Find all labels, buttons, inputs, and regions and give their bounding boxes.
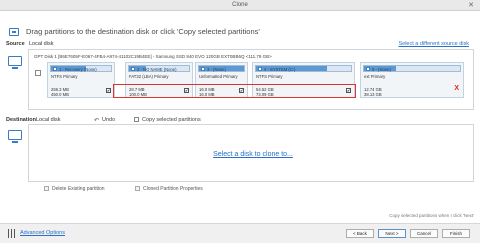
partition-5-label: 5 - (None) [372, 67, 391, 72]
unsupported-x-icon: X [454, 85, 459, 92]
sliders-icon[interactable] [7, 229, 16, 238]
partition-1-label: 1 - Recovery (None) [59, 67, 97, 72]
partition-1[interactable]: 1 - Recovery (None) NTFS Primary 259.3 M… [47, 62, 115, 98]
partition-5[interactable]: 5 - (None) ext Primary 12.74 GB 38.13 GB… [360, 62, 464, 98]
cancel-button[interactable]: Cancel [410, 229, 438, 238]
cloned-properties-checkbox[interactable] [135, 186, 140, 191]
partition-5-sizes: 12.74 GB 38.13 GB [364, 87, 382, 97]
partition-icon [258, 67, 262, 71]
partition-1-type: NTFS Primary [51, 74, 78, 79]
cloned-properties-label: Cloned Partition Properties [143, 186, 203, 192]
undo-button[interactable]: Undo [102, 117, 115, 123]
partition-1-sizes: 259.3 MB 450.0 MB [51, 87, 69, 97]
undo-icon[interactable]: ↶ [94, 117, 99, 124]
partition-2-type: FAT32 (LBA) Primary [129, 74, 169, 79]
destination-label: Destination [6, 117, 36, 123]
partition-icon [53, 67, 57, 71]
partition-icon [131, 67, 135, 71]
select-destination-disk-link[interactable]: Select a disk to clone to... [0, 151, 480, 158]
destination-disk-icon [8, 130, 22, 143]
footer-bar: Advanced Options < Back Next > Cancel Fi… [0, 223, 480, 243]
partition-2-bar: 2 - NO NAME (None) [128, 65, 190, 72]
partition-4-type: NTFS Primary [256, 74, 283, 79]
source-label: Source [6, 41, 25, 47]
source-disk-title: GPT Disk 1 [B6E7605F-E067-4FB4-A974-4110… [34, 54, 272, 59]
next-button[interactable]: Next > [378, 229, 406, 238]
close-icon[interactable]: ✕ [468, 1, 474, 9]
partition-3-type: Unformatted Primary [199, 74, 238, 79]
source-value: Local disk [29, 41, 54, 47]
instruction-text: Drag partitions to the destination disk … [26, 27, 260, 36]
source-disk-icon [8, 56, 22, 69]
copy-selected-partitions-button[interactable]: Copy selected partitions [142, 117, 201, 123]
delete-existing-label: Delete Existing partition [52, 186, 105, 192]
partition-4-label: 4 - SYSTEM (C:) [264, 67, 296, 72]
disk-clone-icon [9, 28, 19, 36]
partition-3-label: 3 - (None) [207, 67, 226, 72]
instruction-header: Drag partitions to the destination disk … [0, 11, 480, 39]
copy-note-text: Copy selected partitions when I click 'N… [389, 213, 474, 218]
selected-partitions-highlight [113, 84, 356, 98]
copy-icon[interactable] [134, 117, 139, 122]
back-button[interactable]: < Back [346, 229, 374, 238]
partition-1-total: 450.0 MB [51, 92, 69, 97]
partition-icon [366, 67, 370, 71]
partition-3-bar: 3 - (None) [198, 65, 245, 72]
delete-existing-checkbox[interactable] [44, 186, 49, 191]
partition-1-bar: 1 - Recovery (None) [50, 65, 112, 72]
partition-4-bar: 4 - SYSTEM (C:) [255, 65, 352, 72]
partition-icon [201, 67, 205, 71]
partition-2-label: 2 - NO NAME (None) [137, 67, 177, 72]
destination-value: Local disk [36, 117, 61, 123]
title-bar: Clone ✕ [0, 0, 480, 11]
select-all-checkbox[interactable] [35, 70, 41, 76]
partition-5-bar: 5 - (None) [363, 65, 461, 72]
partition-5-type: ext Primary [364, 74, 386, 79]
advanced-options-link[interactable]: Advanced Options [20, 230, 65, 236]
select-source-disk-link[interactable]: Select a different source disk [398, 41, 469, 47]
partition-1-checkbox[interactable]: ✔ [106, 88, 111, 93]
finish-button[interactable]: Finish [442, 229, 470, 238]
partition-5-total: 38.13 GB [364, 92, 382, 97]
window-title: Clone [232, 2, 248, 8]
